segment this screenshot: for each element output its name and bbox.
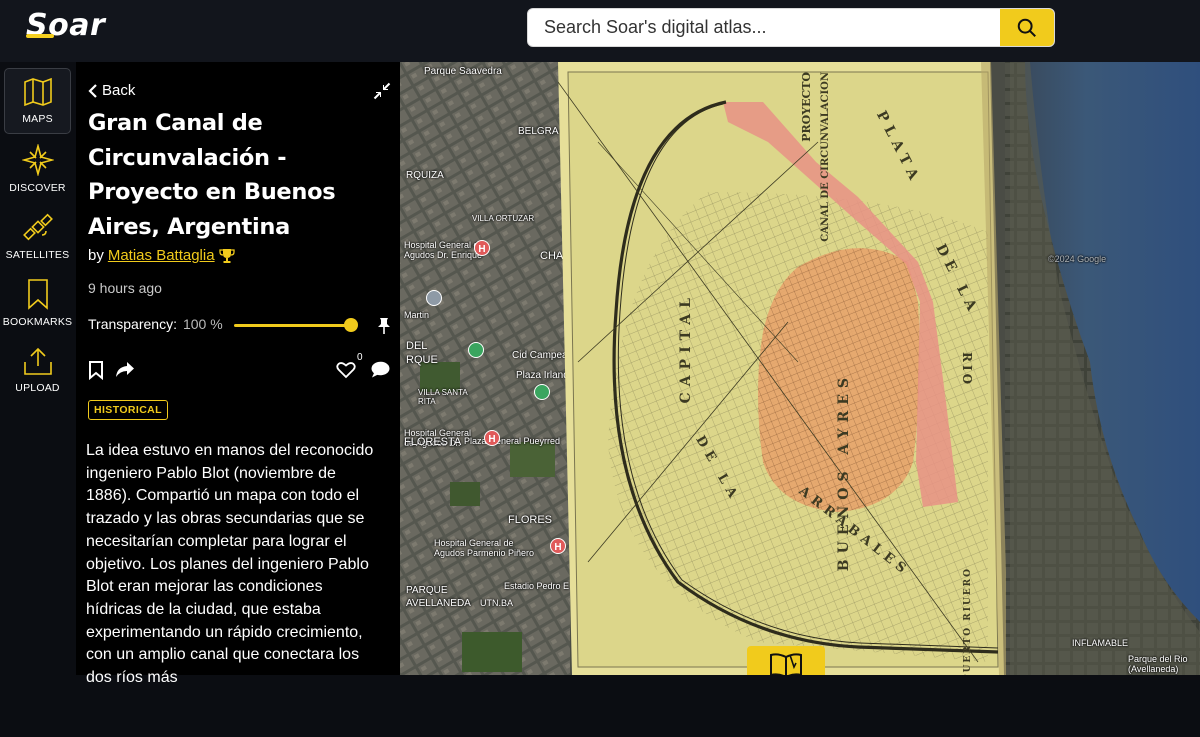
nav-upload-label: UPLOAD [15, 382, 60, 394]
map-view[interactable]: Parque Saavedra BELGRA RQUIZA VILLA ORTU… [400, 62, 1200, 675]
transparency-value: 100 % [182, 316, 223, 332]
map-icon [23, 77, 52, 107]
bookmark-icon[interactable] [88, 360, 104, 380]
map-label: FLORES [508, 514, 553, 526]
map-label: Hospital General de Agudos Parmenio Piñe… [434, 538, 535, 558]
collapse-panel-button[interactable] [373, 82, 391, 105]
back-link[interactable]: Back [88, 82, 135, 99]
park-marker-icon[interactable] [534, 384, 550, 400]
map-label: RQUIZA [406, 170, 444, 181]
transparency-label: Transparency: [88, 316, 177, 332]
satellite-icon [22, 213, 53, 241]
top-bar: Soar [0, 0, 1200, 62]
map-label: Martin [404, 310, 430, 320]
map-label: BELGRA [518, 126, 559, 137]
map-label: UTN.BA [480, 598, 514, 608]
svg-text:H: H [488, 434, 495, 445]
map-label: RQUE [406, 354, 438, 366]
logo-accent-bar [26, 34, 54, 38]
map-label: Plaza General Pueyrred [464, 436, 561, 446]
school-marker-icon[interactable] [426, 290, 442, 306]
map-label: VILLA SANTA RITA [418, 388, 468, 406]
action-row: 0 [88, 352, 390, 382]
search-bar [527, 8, 1055, 47]
heart-icon[interactable] [336, 361, 356, 379]
hospital-marker-icon[interactable]: H [474, 240, 490, 256]
category-tag[interactable]: HISTORICAL [88, 400, 168, 420]
slider-knob[interactable] [344, 318, 358, 332]
nav-maps-label: MAPS [22, 113, 53, 125]
compass-star-icon [21, 144, 54, 176]
map-label: Parque del Rio (Avellaneda) [1128, 654, 1188, 674]
scan-label: RIO [960, 352, 974, 388]
map-label: Parque Saavedra [424, 66, 502, 77]
map-label: FLORESTA [404, 436, 462, 448]
nav-discover-label: DISCOVER [9, 182, 66, 194]
trophy-icon [218, 248, 235, 263]
scan-label: PROYECTO [800, 72, 813, 142]
soar-logo[interactable]: Soar [26, 8, 105, 43]
map-label: VILLA ORTUZAR [472, 214, 535, 223]
nav-satellites-label: SATELLITES [5, 249, 70, 261]
posted-time: 9 hours ago [88, 280, 162, 296]
author-line: by Matias Battaglia [88, 247, 235, 264]
search-input[interactable] [528, 9, 1000, 46]
hospital-marker-icon[interactable]: H [484, 430, 500, 446]
scan-label: PUERTO RIUERO [963, 567, 973, 675]
collapse-arrows-icon [373, 82, 391, 100]
nav-discover[interactable]: DISCOVER [4, 136, 71, 202]
transparency-control: Transparency: 100 % [88, 316, 223, 332]
map-label: INFLAMABLE [1072, 638, 1129, 648]
bookmark-icon [27, 279, 48, 310]
open-book-icon [770, 653, 802, 675]
like-count: 0 [357, 352, 363, 363]
pin-icon [378, 318, 390, 334]
author-link[interactable]: Matias Battaglia [108, 247, 215, 264]
map-legend-button[interactable] [747, 646, 825, 675]
scan-label: CAPITAL [678, 292, 694, 404]
map-description: La idea estuvo en manos del reconocido i… [86, 442, 374, 687]
search-icon [1017, 18, 1036, 37]
nav-upload[interactable]: UPLOAD [4, 338, 71, 404]
upload-icon [23, 347, 52, 375]
nav-bookmarks-label: BOOKMARKS [2, 316, 73, 328]
comment-icon[interactable] [371, 361, 390, 378]
map-label: PARQUE AVELLANEDA [406, 585, 471, 609]
left-nav-rail: MAPS DISCOVER SATELLITES BOOKMARKS UPLOA… [0, 62, 76, 675]
map-label: DEL [406, 340, 428, 352]
historical-map-overlay[interactable] [558, 62, 1006, 675]
scan-label: CANAL DE CIRCUNVALACION [820, 72, 831, 242]
svg-text:H: H [478, 244, 485, 255]
search-button[interactable] [1000, 9, 1054, 46]
nav-satellites[interactable]: SATELLITES [4, 203, 71, 269]
nav-bookmarks[interactable]: BOOKMARKS [2, 270, 73, 336]
nav-maps[interactable]: MAPS [4, 68, 71, 134]
map-details-panel: Back Gran Canal de Circunvalación - Proy… [76, 62, 472, 686]
park-marker-icon[interactable] [468, 342, 484, 358]
transparency-slider[interactable] [234, 318, 358, 332]
map-title: Gran Canal de Circunvalación - Proyecto … [88, 110, 336, 240]
map-attribution: ©2024 Google [1048, 254, 1107, 264]
chevron-left-icon [88, 83, 97, 98]
by-prefix: by [88, 247, 104, 264]
back-label: Back [102, 82, 136, 99]
scan-label: BUENOS AYRES [836, 372, 852, 572]
share-icon[interactable] [115, 361, 135, 378]
pin-button[interactable] [376, 317, 392, 340]
